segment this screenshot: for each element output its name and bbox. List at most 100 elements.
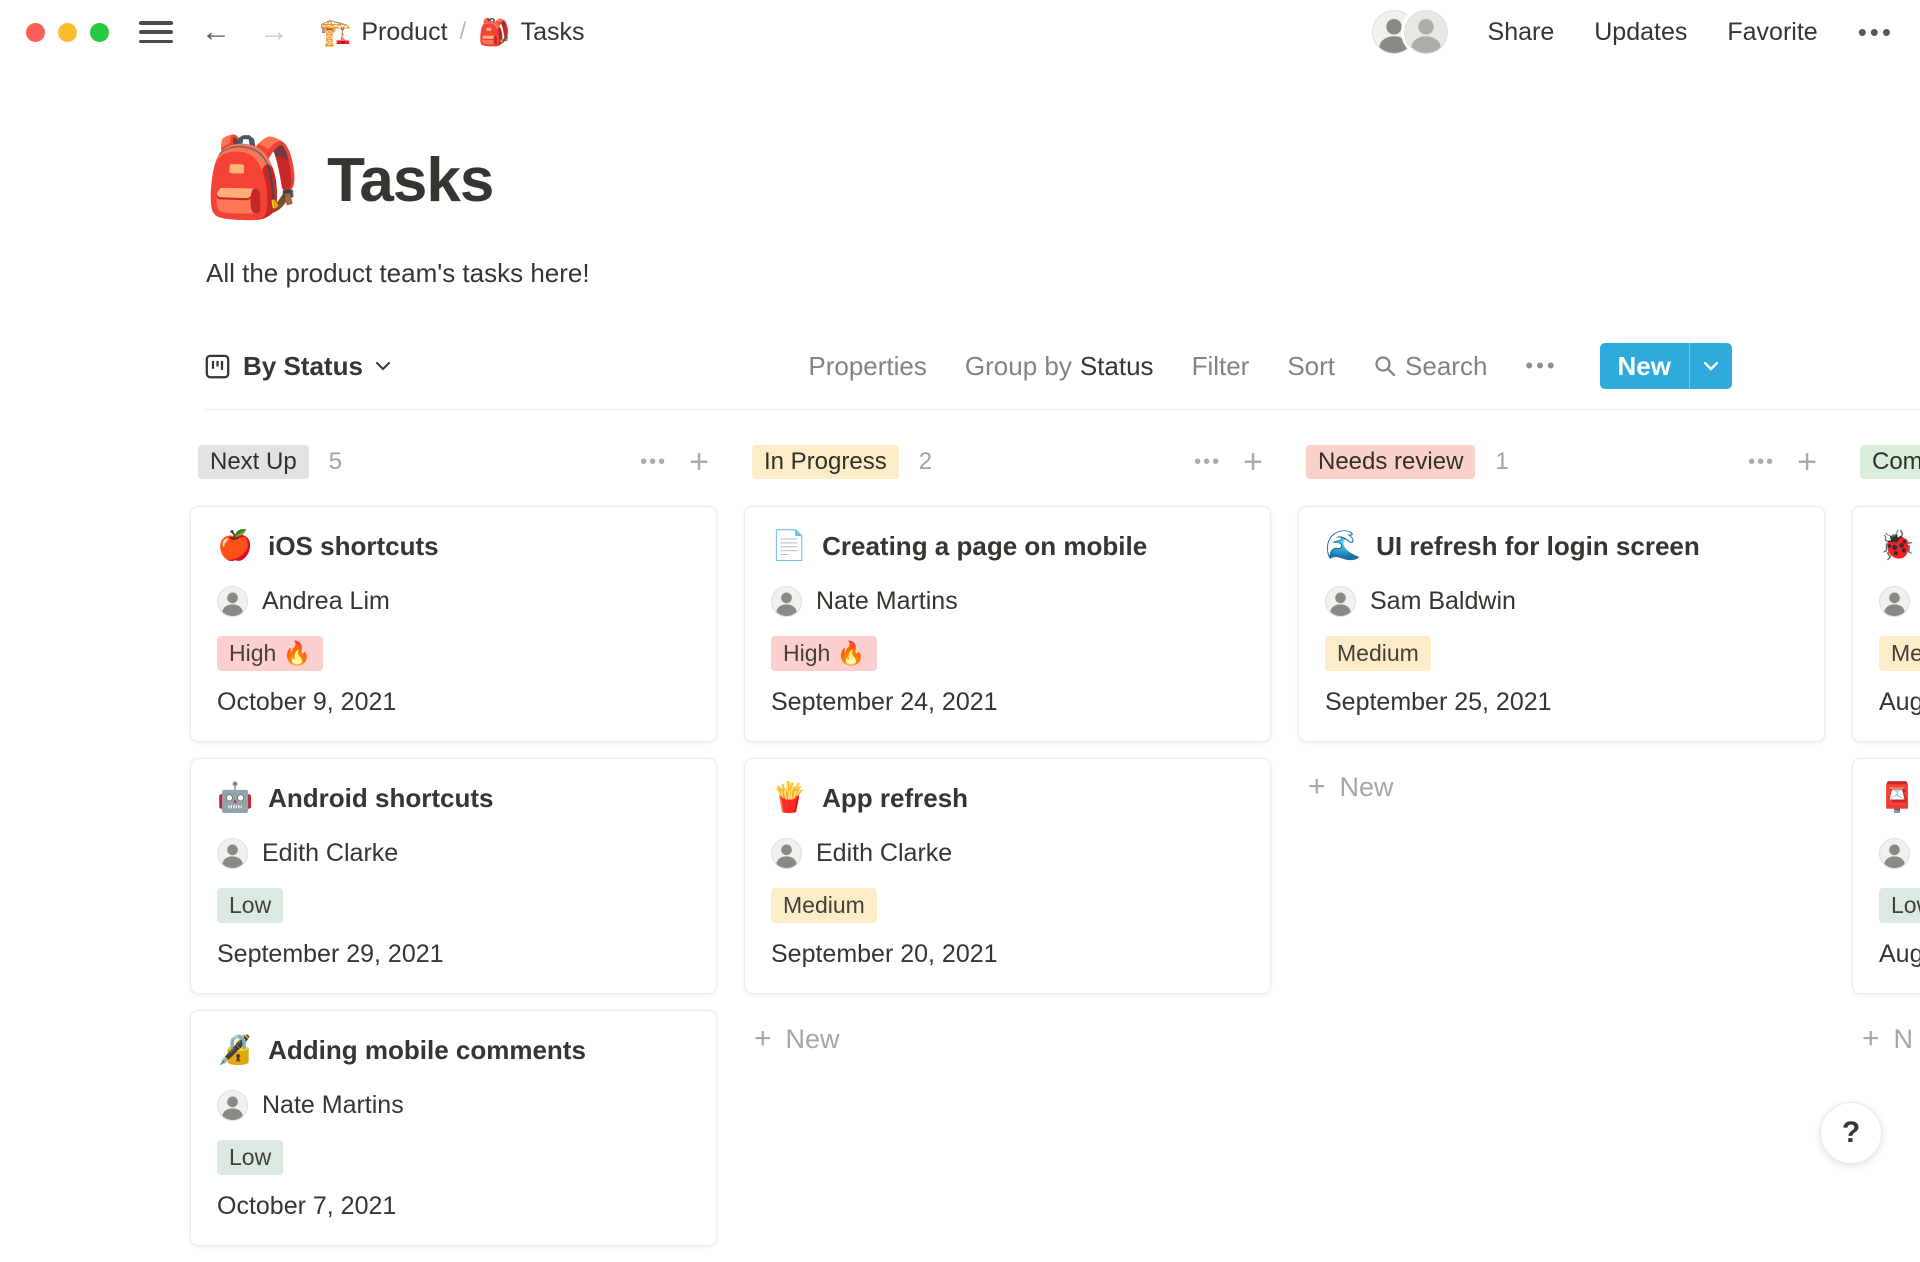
add-new-label: N — [1894, 1024, 1914, 1055]
new-button-dropdown[interactable] — [1690, 343, 1732, 389]
board-column: In Progress 2 ••• + 📄 Creating a page on… — [744, 444, 1271, 1262]
view-toolbar: By Status Properties Group by Status Fil… — [204, 340, 1732, 392]
help-button[interactable]: ? — [1820, 1102, 1882, 1164]
breadcrumb-label: Tasks — [521, 18, 585, 47]
search-icon — [1373, 354, 1397, 378]
task-title: App refresh — [822, 783, 968, 814]
more-options-icon[interactable]: ••• — [1858, 17, 1894, 48]
group-by-prefix: Group by — [965, 351, 1072, 382]
breadcrumb-separator: / — [460, 18, 467, 46]
assignee-name: Edith Clarke — [816, 839, 952, 868]
close-window-button[interactable] — [26, 23, 45, 42]
properties-button[interactable]: Properties — [808, 351, 927, 382]
plus-icon: + — [1862, 1022, 1880, 1056]
breadcrumb-item-tasks[interactable]: 🎒 Tasks — [478, 17, 584, 48]
search-button[interactable]: Search — [1373, 351, 1487, 382]
assignee-name: Nate Martins — [816, 587, 958, 616]
updates-button[interactable]: Updates — [1594, 18, 1687, 47]
task-title: iOS shortcuts — [268, 531, 438, 562]
column-header: Com ••• + — [1852, 444, 1920, 480]
filter-button[interactable]: Filter — [1192, 351, 1250, 382]
page-title[interactable]: Tasks — [327, 145, 493, 216]
add-new-label: New — [1340, 772, 1394, 803]
column-add-icon[interactable]: + — [689, 445, 709, 479]
chevron-down-icon — [1703, 361, 1719, 371]
task-card[interactable]: 🐞 D N Med Augu — [1852, 506, 1920, 742]
sort-button[interactable]: Sort — [1287, 351, 1335, 382]
search-label: Search — [1405, 351, 1487, 382]
view-switcher-by-status[interactable]: By Status — [204, 351, 391, 382]
page-icon-backpack[interactable]: 🎒 — [204, 138, 301, 216]
assignee-avatar — [771, 586, 802, 617]
assignee-avatar — [1325, 586, 1356, 617]
task-card[interactable]: 📮 E N Low Augu — [1852, 758, 1920, 994]
column-header: Needs review 1 ••• + — [1298, 444, 1825, 480]
task-title: Creating a page on mobile — [822, 531, 1147, 562]
column-header: Next Up 5 ••• + — [190, 444, 717, 480]
plus-icon: + — [1308, 770, 1326, 804]
board-column: Needs review 1 ••• + 🌊 UI refresh for lo… — [1298, 444, 1825, 1262]
add-new-card-button[interactable]: + New — [1298, 764, 1825, 810]
column-cards: 🍎 iOS shortcuts Andrea Lim High 🔥 Octobe… — [190, 506, 717, 1246]
assignee-name: Sam Baldwin — [1370, 587, 1516, 616]
due-date: September 25, 2021 — [1325, 688, 1798, 717]
assignee-avatar — [771, 838, 802, 869]
column-more-icon[interactable]: ••• — [640, 451, 667, 474]
task-card[interactable]: 🔏 Adding mobile comments Nate Martins Lo… — [190, 1010, 717, 1246]
topbar: ← → 🏗️ Product / 🎒 Tasks Share Updates F… — [0, 0, 1920, 64]
chevron-down-icon — [375, 361, 391, 371]
priority-badge: Medium — [1325, 636, 1431, 671]
minimize-window-button[interactable] — [58, 23, 77, 42]
add-new-card-button[interactable]: + N — [1852, 1016, 1920, 1062]
task-card[interactable]: 🌊 UI refresh for login screen Sam Baldwi… — [1298, 506, 1825, 742]
collaborator-avatars[interactable] — [1372, 10, 1448, 54]
column-cards: 🐞 D N Med Augu 📮 E N Low Augu — [1852, 506, 1920, 994]
favorite-button[interactable]: Favorite — [1727, 18, 1817, 47]
column-cards: 🌊 UI refresh for login screen Sam Baldwi… — [1298, 506, 1825, 742]
task-card[interactable]: 🍎 iOS shortcuts Andrea Lim High 🔥 Octobe… — [190, 506, 717, 742]
due-date: September 20, 2021 — [771, 940, 1244, 969]
add-new-card-button[interactable]: + New — [744, 1016, 1271, 1062]
column-status-badge[interactable]: Next Up — [198, 445, 309, 479]
group-by-button[interactable]: Group by Status — [965, 351, 1154, 382]
toolbar-divider — [204, 409, 1920, 410]
column-status-badge[interactable]: In Progress — [752, 445, 899, 479]
backpack-icon: 🎒 — [478, 17, 510, 48]
share-button[interactable]: Share — [1488, 18, 1555, 47]
task-card[interactable]: 📄 Creating a page on mobile Nate Martins… — [744, 506, 1271, 742]
board-view-icon — [204, 353, 231, 380]
assignee-avatar — [217, 586, 248, 617]
page-subtitle[interactable]: All the product team's tasks here! — [206, 258, 590, 289]
priority-badge: Low — [217, 1140, 283, 1175]
column-add-icon[interactable]: + — [1243, 445, 1263, 479]
priority-badge: Medium — [771, 888, 877, 923]
task-card[interactable]: 🤖 Android shortcuts Edith Clarke Low Sep… — [190, 758, 717, 994]
column-status-badge[interactable]: Com — [1860, 445, 1920, 479]
breadcrumb-label: Product — [361, 18, 447, 47]
add-new-label: New — [786, 1024, 840, 1055]
task-card[interactable]: 🍟 App refresh Edith Clarke Medium Septem… — [744, 758, 1271, 994]
assignee-name: Nate Martins — [262, 1091, 404, 1120]
assignee-name: Edith Clarke — [262, 839, 398, 868]
assignee-avatar — [217, 1090, 248, 1121]
task-title: Adding mobile comments — [268, 1035, 586, 1066]
toolbar-more-icon[interactable]: ••• — [1525, 353, 1557, 379]
priority-badge: Med — [1879, 636, 1920, 671]
column-more-icon[interactable]: ••• — [1748, 451, 1775, 474]
priority-badge: High 🔥 — [217, 636, 323, 671]
new-button[interactable]: New — [1600, 343, 1689, 389]
forward-arrow-icon[interactable]: → — [259, 17, 289, 47]
back-arrow-icon[interactable]: ← — [201, 17, 231, 47]
column-more-icon[interactable]: ••• — [1194, 451, 1221, 474]
zoom-window-button[interactable] — [90, 23, 109, 42]
priority-badge: Low — [217, 888, 283, 923]
board: Next Up 5 ••• + 🍎 iOS shortcuts Andrea L… — [190, 444, 1920, 1262]
sidebar-menu-icon[interactable] — [139, 19, 173, 45]
priority-badge: Low — [1879, 888, 1920, 923]
breadcrumb-item-product[interactable]: 🏗️ Product — [319, 17, 448, 48]
due-date: October 9, 2021 — [217, 688, 690, 717]
task-emoji-icon: 🍎 — [217, 532, 253, 561]
view-label: By Status — [243, 351, 363, 382]
column-status-badge[interactable]: Needs review — [1306, 445, 1475, 479]
column-add-icon[interactable]: + — [1797, 445, 1817, 479]
